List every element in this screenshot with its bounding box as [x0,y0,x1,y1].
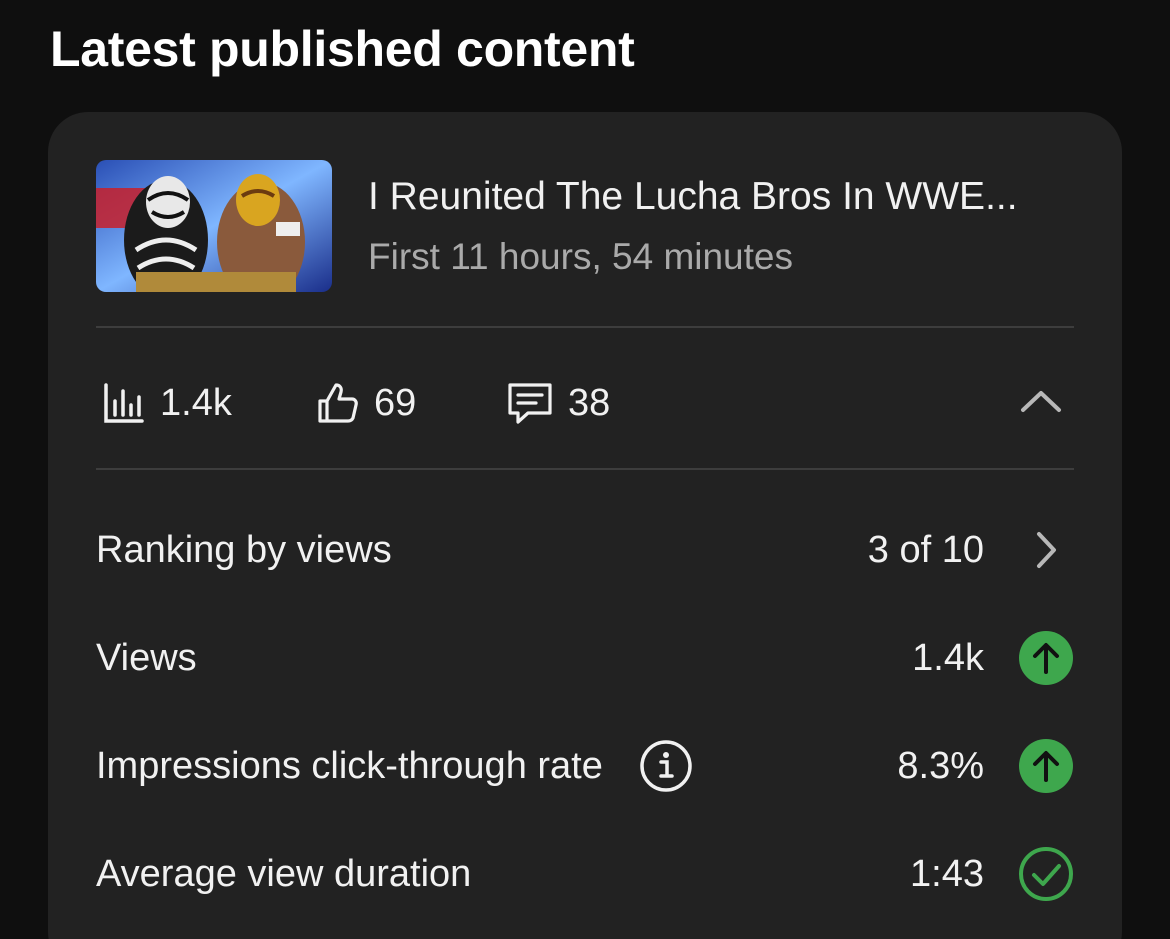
video-row[interactable]: I Reunited The Lucha Bros In WWE... Firs… [96,160,1076,292]
stat-comments-value: 38 [568,381,611,424]
metric-value: 1:43 [910,852,984,895]
metric-value: 3 of 10 [867,528,984,571]
stat-likes: 69 [314,370,416,436]
video-title[interactable]: I Reunited The Lucha Bros In WWE... [368,172,1078,222]
stat-likes-value: 69 [374,381,417,424]
analytics-page: Latest published content I Reunited The … [0,0,1170,939]
chevron-up-icon [1019,388,1063,419]
stat-views-value: 1.4k [160,381,232,424]
stat-comments: 38 [504,370,610,436]
metric-row-views: Views 1.4k [96,618,1076,698]
arrow-up-circle-icon [1016,726,1076,806]
metric-row-avg-duration: Average view duration 1:43 [96,834,1076,914]
bar-chart-icon [100,379,148,427]
metric-label: Ranking by views [96,528,392,571]
video-thumbnail[interactable] [96,160,332,292]
thumbs-up-icon [314,379,362,427]
video-info: I Reunited The Lucha Bros In WWE... Firs… [368,172,1078,282]
metric-row-ctr: Impressions click-through rate 8.3% [96,726,1076,806]
metric-label: Views [96,636,197,679]
video-thumbnail-image [96,160,332,292]
metric-value: 8.3% [897,744,984,787]
metric-label: Average view duration [96,852,472,895]
metric-label-text: Impressions click-through rate [96,744,603,787]
comment-icon [504,379,556,427]
stats-row: 1.4k 69 38 [96,370,1074,436]
check-circle-icon [1016,834,1076,914]
chevron-right-icon [1016,510,1076,590]
collapse-button[interactable] [1008,370,1074,436]
latest-content-card: I Reunited The Lucha Bros In WWE... Firs… [48,112,1122,939]
arrow-up-circle-icon [1016,618,1076,698]
metric-label: Impressions click-through rate [96,726,693,806]
metric-value: 1.4k [912,636,984,679]
divider [96,326,1074,328]
section-title: Latest published content [50,21,635,77]
info-icon[interactable] [639,739,693,793]
metric-row-ranking[interactable]: Ranking by views 3 of 10 [96,510,1076,590]
divider [96,468,1074,470]
video-timeframe: First 11 hours, 54 minutes [368,236,793,277]
stat-views: 1.4k [100,370,232,436]
